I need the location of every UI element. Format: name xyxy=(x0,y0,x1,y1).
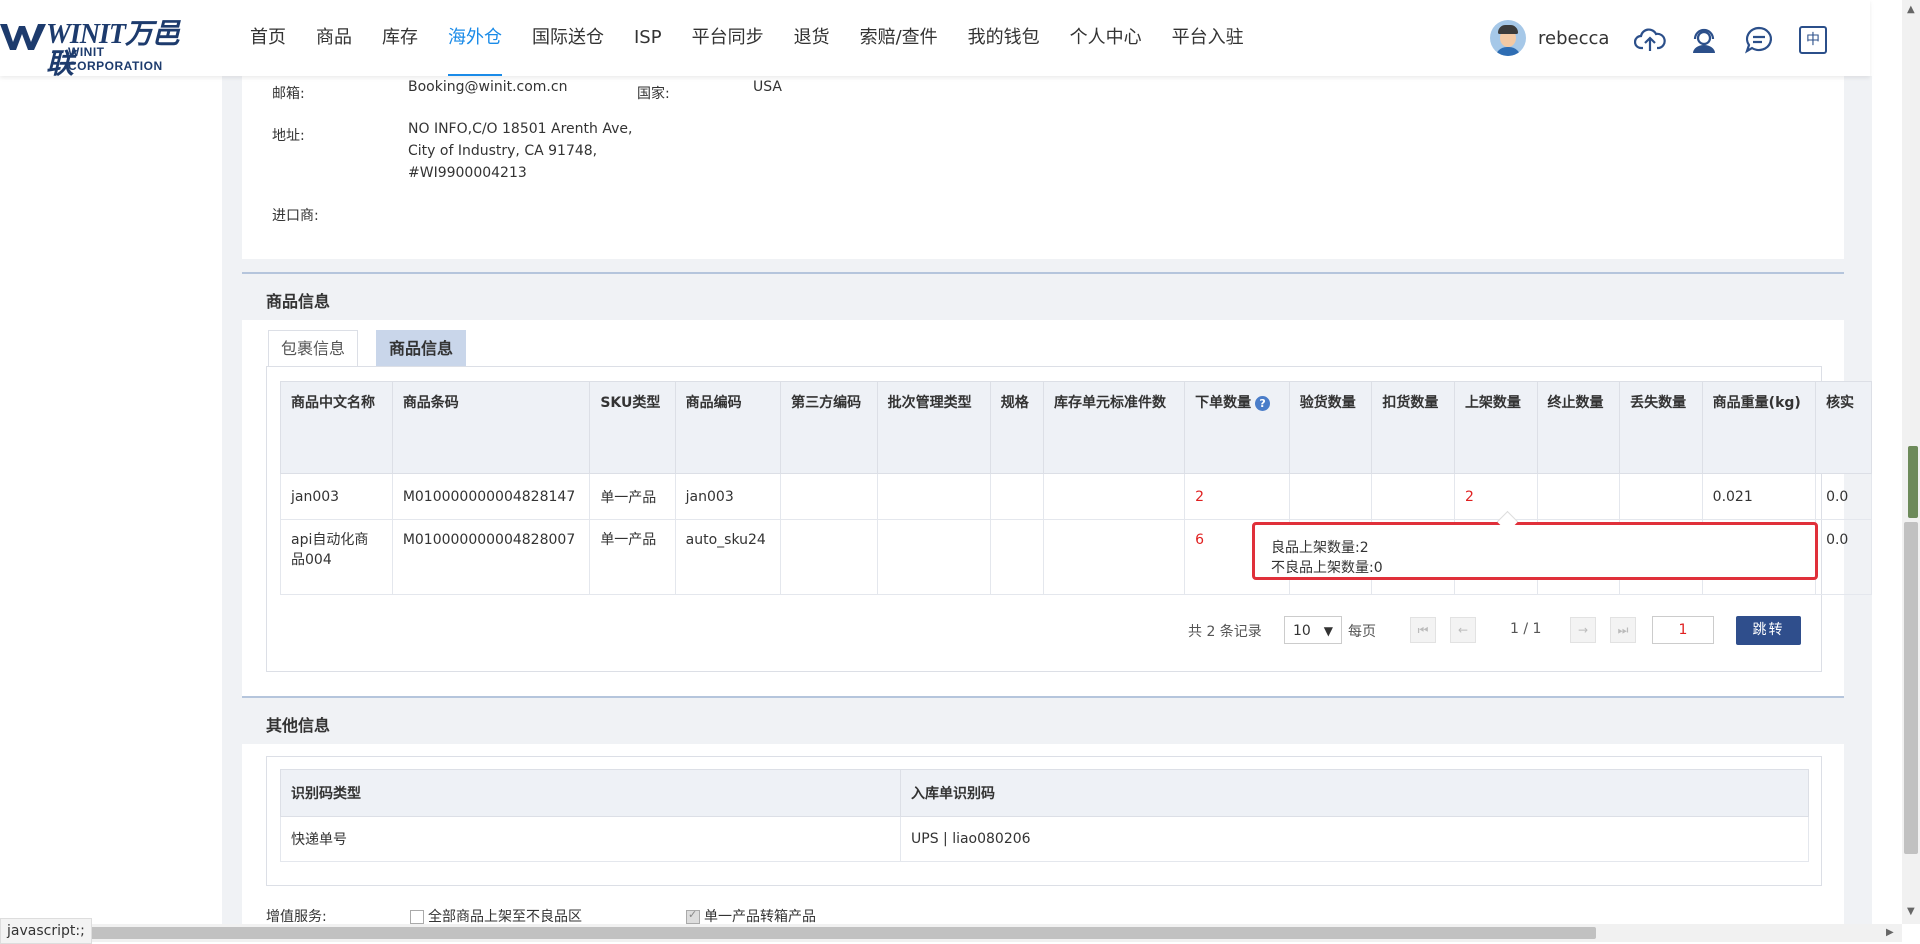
first-page-icon[interactable]: ⏮ xyxy=(1410,617,1436,643)
side-widget-handle[interactable] xyxy=(1908,446,1918,518)
total-records: 共 2 条记录 xyxy=(1188,624,1262,640)
avatar[interactable] xyxy=(1490,20,1526,56)
scroll-up-icon[interactable]: ▲ xyxy=(1907,4,1915,15)
address-line-3: #WI9900004213 xyxy=(408,165,527,181)
message-icon[interactable] xyxy=(1743,24,1775,56)
vertical-scrollbar[interactable]: ▲ ▼ xyxy=(1902,0,1920,924)
vas-option-defective-area[interactable]: 全部商品上架至不良品区 xyxy=(410,906,582,924)
tab-package-info[interactable]: 包裹信息 xyxy=(268,330,359,367)
main-menu: 首页 商品 库存 海外仓 国际送仓 ISP 平台同步 退货 索赔/查件 我的钱包 个人中心 平台入驻 xyxy=(235,0,1259,76)
good-shelved-quantity: 良品上架数量:2 xyxy=(1271,540,1369,556)
upload-cloud-icon[interactable] xyxy=(1634,24,1666,56)
nav-item[interactable]: 国际送仓 xyxy=(517,0,619,76)
chevron-down-icon: ▼ xyxy=(1323,624,1333,638)
page-indicator: 1 / 1 xyxy=(1510,621,1542,637)
table-cell: 快递单号 xyxy=(280,816,901,862)
logo-subtitle: WINIT CORPORATION xyxy=(68,45,163,73)
page-size-value: 10 xyxy=(1293,623,1311,639)
nav-item[interactable]: 我的钱包 xyxy=(953,0,1055,76)
country-value: USA xyxy=(753,79,782,95)
customer-service-icon[interactable] xyxy=(1688,24,1720,56)
email-label: 邮箱: xyxy=(272,86,305,102)
shelved-quantity-tooltip: 良品上架数量:2 不良品上架数量:0 xyxy=(1252,522,1818,580)
other-section-title: 其他信息 xyxy=(266,716,331,735)
jump-button[interactable]: 跳转 xyxy=(1736,616,1801,645)
scroll-down-icon[interactable]: ▼ xyxy=(1907,906,1915,917)
nav-item[interactable]: 商品 xyxy=(301,0,367,76)
table-cell: UPS | liao080206 xyxy=(900,816,1809,862)
vas-option-convert-to-box[interactable]: 单一产品转箱产品 xyxy=(686,906,816,924)
top-navigation-bar: WINIT万邑联 WINIT CORPORATION 首页 商品 库存 海外仓 国际送仓… xyxy=(0,0,1870,80)
address-line-2: City of Industry, CA 91748, xyxy=(408,143,598,159)
column-header: 入库单识别码 xyxy=(900,769,1809,817)
defective-shelved-quantity: 不良品上架数量:0 xyxy=(1271,560,1383,576)
username[interactable]: rebecca xyxy=(1538,28,1609,49)
winit-logo[interactable]: WINIT万邑联 WINIT CORPORATION xyxy=(0,18,200,80)
nav-item[interactable]: 海外仓 xyxy=(433,0,517,76)
checkbox[interactable] xyxy=(410,910,424,924)
nav-item[interactable]: 库存 xyxy=(367,0,433,76)
nav-item[interactable]: 索赔/查件 xyxy=(845,0,953,76)
country-label: 国家: xyxy=(637,86,670,102)
address-line-1: NO INFO,C/O 18501 Arenth Ave, xyxy=(408,121,633,137)
horizontal-scroll-thumb[interactable] xyxy=(88,927,1596,939)
nav-item[interactable]: 平台同步 xyxy=(677,0,779,76)
table-row: 快递单号 UPS | liao080206 xyxy=(280,816,1809,862)
identifier-table: 识别码类型 入库单识别码 快递单号 UPS | liao080206 xyxy=(280,769,1809,862)
nav-item[interactable]: 退货 xyxy=(779,0,845,76)
user-menu[interactable]: rebecca xyxy=(1490,20,1609,56)
nav-item[interactable]: 个人中心 xyxy=(1055,0,1157,76)
per-page-label: 每页 xyxy=(1348,624,1376,640)
browser-status-bar: javascript:; xyxy=(0,918,92,944)
tab-goods-info[interactable]: 商品信息 xyxy=(376,330,467,367)
prev-page-icon[interactable]: ← xyxy=(1450,617,1476,643)
address-card: 邮箱: Booking@winit.com.cn 国家: USA 地址: NO … xyxy=(242,76,1844,259)
horizontal-scrollbar[interactable]: ▶ xyxy=(0,924,1902,942)
page-size-select[interactable]: 10 ▼ xyxy=(1284,616,1342,644)
nav-item[interactable]: 平台入驻 xyxy=(1157,0,1259,76)
column-header: 识别码类型 xyxy=(280,769,901,817)
checkbox-label: 单一产品转箱产品 xyxy=(704,909,816,924)
section-header xyxy=(242,274,1844,320)
scroll-right-icon[interactable]: ▶ xyxy=(1886,927,1894,938)
vertical-scroll-thumb[interactable] xyxy=(1904,522,1918,854)
value-added-services-label: 增值服务: xyxy=(266,909,327,924)
importer-label: 进口商: xyxy=(272,208,319,224)
email-value: Booking@winit.com.cn xyxy=(408,79,568,95)
last-page-icon[interactable]: ⏭ xyxy=(1610,617,1636,643)
section-header xyxy=(242,698,1844,744)
checkbox[interactable] xyxy=(686,908,700,924)
page-content: 邮箱: Booking@winit.com.cn 国家: USA 地址: NO … xyxy=(222,76,1872,924)
language-icon[interactable]: 中 xyxy=(1799,26,1827,54)
nav-item[interactable]: 首页 xyxy=(235,0,301,76)
address-label: 地址: xyxy=(272,128,305,144)
goods-section-title: 商品信息 xyxy=(266,292,331,311)
checkbox-label: 全部商品上架至不良品区 xyxy=(428,909,582,924)
next-page-icon[interactable]: → xyxy=(1570,617,1596,643)
nav-item[interactable]: ISP xyxy=(619,0,677,76)
page-number-input[interactable]: 1 xyxy=(1652,616,1714,644)
